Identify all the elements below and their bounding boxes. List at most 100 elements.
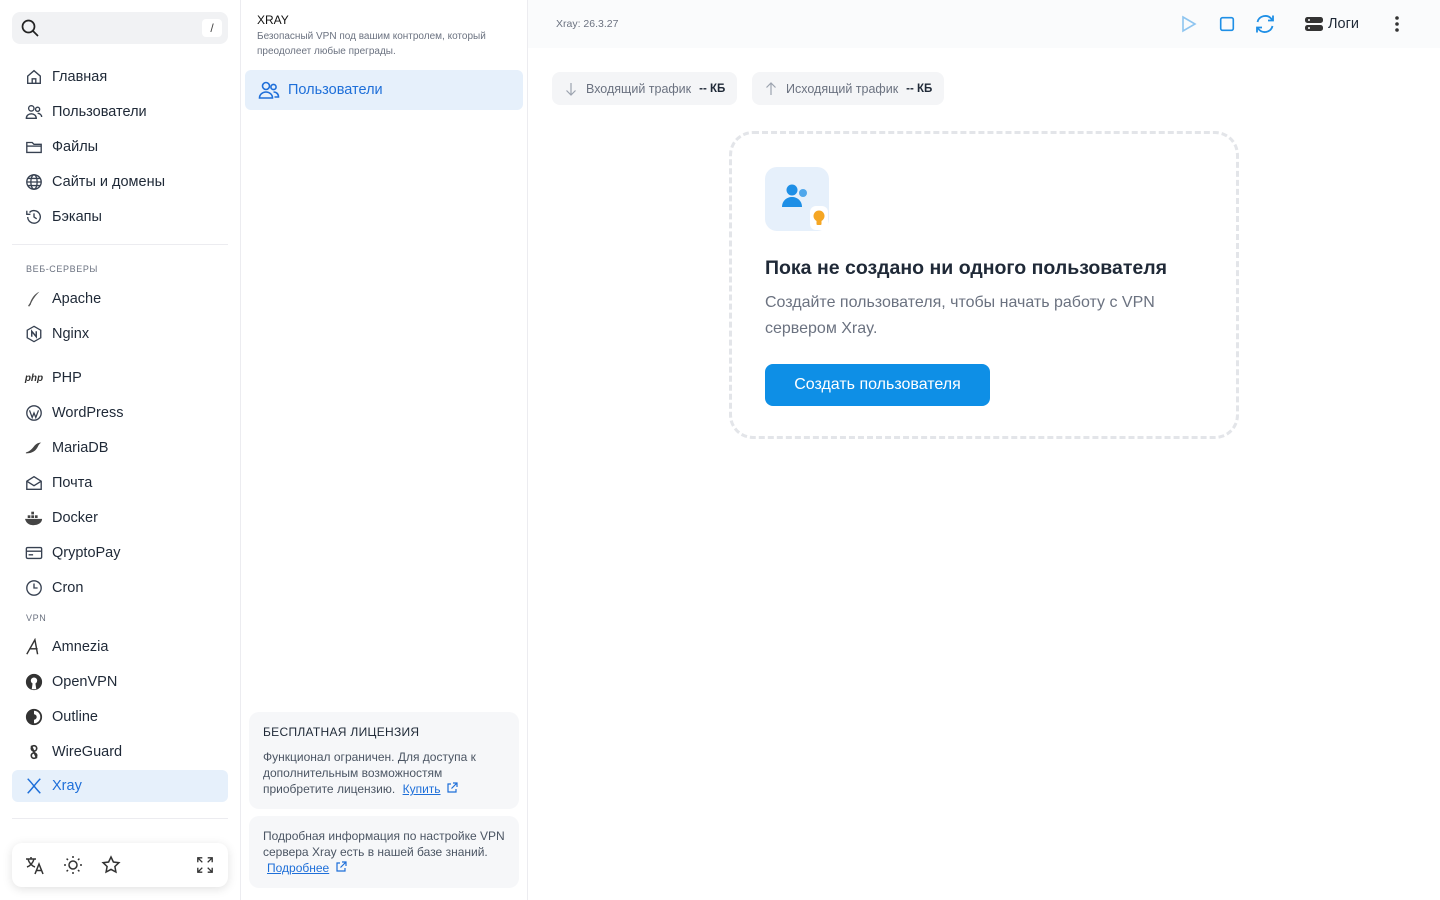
fullscreen-icon[interactable]	[192, 852, 218, 878]
sidebar-item-label: Docker	[52, 510, 98, 526]
home-icon	[24, 67, 44, 87]
mail-icon	[24, 473, 44, 493]
xray-icon	[24, 776, 44, 796]
sidebar-item-label: Outline	[52, 709, 98, 725]
sidebar-item-openvpn[interactable]: OpenVPN	[12, 666, 228, 698]
openvpn-icon	[24, 672, 44, 692]
sidebar-item-cron[interactable]: Cron	[12, 572, 228, 604]
incoming-traffic-value: -- КБ	[699, 82, 726, 95]
sidebar-item-label: Сайты и домены	[52, 174, 166, 190]
search-shortcut-badge: /	[202, 19, 222, 37]
external-link-icon	[335, 861, 347, 872]
wordpress-icon	[24, 403, 44, 423]
sidebar-item-wireguard[interactable]: WireGuard	[12, 736, 228, 768]
create-user-button[interactable]: Создать пользователя	[765, 364, 990, 406]
logs-label: Логи	[1328, 16, 1359, 32]
sidebar: / Главная Пользователи Файлы Сайты и дом…	[0, 0, 241, 900]
license-heading: БЕСПЛАТНАЯ ЛИЦЕНЗИЯ	[263, 725, 420, 739]
sidebar-item-users[interactable]: Пользователи	[12, 96, 228, 128]
search-icon	[21, 19, 39, 37]
sidebar-item-files[interactable]: Файлы	[12, 131, 228, 163]
more-info-link[interactable]: Подробнее	[267, 861, 329, 875]
section-label-vpn: VPN	[26, 613, 47, 623]
help-card: Подробная информация по настройке VPN се…	[249, 816, 519, 888]
outline-icon	[24, 707, 44, 727]
sidebar-item-label: OpenVPN	[52, 674, 118, 690]
sidebar-item-php[interactable]: php PHP	[12, 362, 228, 394]
sidebar-divider	[12, 244, 228, 245]
users-icon	[258, 81, 280, 99]
server-stack-icon	[1305, 17, 1323, 31]
sidebar-item-nginx[interactable]: Nginx	[12, 318, 228, 350]
sidebar-item-label: Amnezia	[52, 639, 109, 655]
amnezia-icon	[24, 637, 44, 657]
sidebar-item-label: Файлы	[52, 139, 99, 155]
sidebar-item-label: Пользователи	[52, 104, 147, 120]
incoming-traffic-chip: Входящий трафик -- КБ	[552, 72, 738, 105]
wireguard-icon	[24, 742, 44, 762]
restart-icon[interactable]	[1253, 12, 1277, 36]
play-icon[interactable]	[1176, 12, 1200, 36]
stop-icon[interactable]	[1215, 12, 1239, 36]
panel-description: Безопасный VPN под вашим контролем, кото…	[257, 31, 486, 57]
incoming-traffic-label: Входящий трафик	[586, 81, 692, 96]
translate-icon[interactable]	[22, 852, 48, 878]
section-label-web: ВЕБ-СЕРВЕРЫ	[26, 264, 98, 274]
card-icon	[24, 543, 44, 563]
sidebar-item-mail[interactable]: Почта	[12, 467, 228, 499]
sidebar-item-label: Cron	[52, 580, 84, 596]
main-content: Xray: 26.3.27 Логи Входящий трафик -- КБ…	[528, 0, 1440, 900]
sidebar-item-label: Бэкапы	[52, 209, 102, 225]
empty-state-title: Пока не создано ни одного пользователя	[765, 257, 1168, 279]
sidebar-item-mariadb[interactable]: MariaDB	[12, 432, 228, 464]
sidebar-item-label: Xray	[52, 778, 82, 794]
sidebar-item-label: Apache	[52, 291, 102, 307]
panel-item-users[interactable]: Пользователи	[245, 70, 523, 110]
sidebar-item-outline[interactable]: Outline	[12, 701, 228, 733]
buy-license-link[interactable]: Купить	[403, 782, 441, 796]
sidebar-item-qryptopay[interactable]: QryptoPay	[12, 537, 228, 569]
sidebar-item-apache[interactable]: Apache	[12, 283, 228, 315]
history-icon	[24, 207, 44, 227]
arrow-down-icon	[566, 82, 576, 96]
clock-icon	[24, 578, 44, 598]
sidebar-item-label: PHP	[52, 370, 82, 386]
nginx-icon	[24, 324, 44, 344]
logs-button[interactable]: Логи	[1304, 12, 1359, 36]
sidebar-item-docker[interactable]: Docker	[12, 502, 228, 534]
sidebar-item-label: WordPress	[52, 405, 124, 421]
folder-icon	[24, 137, 44, 157]
empty-state-description: Создайте пользователя, чтобы начать рабо…	[765, 294, 1155, 337]
license-text: Функционал ограничен. Для доступа к допо…	[263, 750, 476, 796]
star-icon[interactable]	[98, 852, 124, 878]
xray-panel: XRAY Безопасный VPN под вашим контролем,…	[241, 0, 528, 900]
sidebar-item-home[interactable]: Главная	[12, 61, 228, 93]
sidebar-bottom-toolbar	[12, 843, 228, 887]
apache-feather-icon	[24, 289, 44, 309]
more-vertical-icon[interactable]	[1385, 12, 1409, 36]
sun-icon[interactable]	[60, 852, 86, 878]
globe-icon	[24, 172, 44, 192]
users-bulb-icon	[765, 167, 829, 231]
sidebar-item-label: QryptoPay	[52, 545, 121, 561]
sidebar-item-xray[interactable]: Xray	[12, 770, 228, 802]
sidebar-item-backups[interactable]: Бэкапы	[12, 201, 228, 233]
panel-item-label: Пользователи	[288, 82, 383, 98]
php-icon: php	[24, 372, 44, 384]
top-bar: Xray: 26.3.27 Логи	[528, 0, 1440, 48]
version-label: Xray: 26.3.27	[556, 18, 619, 30]
outgoing-traffic-chip: Исходящий трафик -- КБ	[752, 72, 945, 105]
sidebar-item-amnezia[interactable]: Amnezia	[12, 631, 228, 663]
sidebar-item-wordpress[interactable]: WordPress	[12, 397, 228, 429]
panel-title: XRAY	[257, 13, 289, 27]
outgoing-traffic-label: Исходящий трафик	[786, 81, 899, 96]
sidebar-item-sites[interactable]: Сайты и домены	[12, 166, 228, 198]
sidebar-item-label: WireGuard	[52, 744, 123, 760]
search-input[interactable]: /	[12, 12, 228, 44]
license-card: БЕСПЛАТНАЯ ЛИЦЕНЗИЯ Функционал ограничен…	[249, 712, 519, 809]
users-icon	[24, 102, 44, 122]
help-text: Подробная информация по настройке VPN се…	[263, 829, 505, 859]
mariadb-seal-icon	[24, 438, 44, 458]
outgoing-traffic-value: -- КБ	[906, 82, 933, 95]
external-link-icon	[447, 782, 458, 793]
